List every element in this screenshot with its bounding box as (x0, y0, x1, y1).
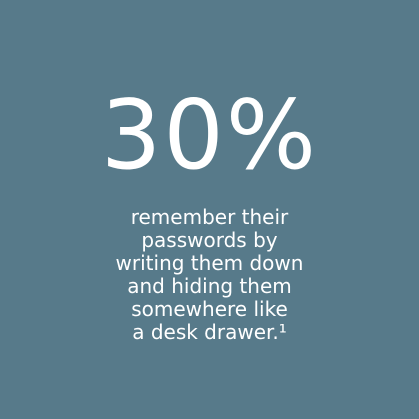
caption-line-3: writing them down (115, 251, 304, 275)
statistic-value: 30% (100, 81, 319, 191)
caption-line-2: passwords by (141, 228, 278, 252)
statistic-caption: remember their passwords by writing them… (0, 206, 419, 344)
caption-line-1: remember their (130, 205, 289, 229)
caption-line-6: a desk drawer.¹ (132, 320, 287, 344)
statistic-card: 30% remember their passwords by writing … (0, 0, 419, 419)
caption-line-5: somewhere like (131, 297, 288, 321)
caption-line-4: and hiding them (127, 274, 292, 298)
